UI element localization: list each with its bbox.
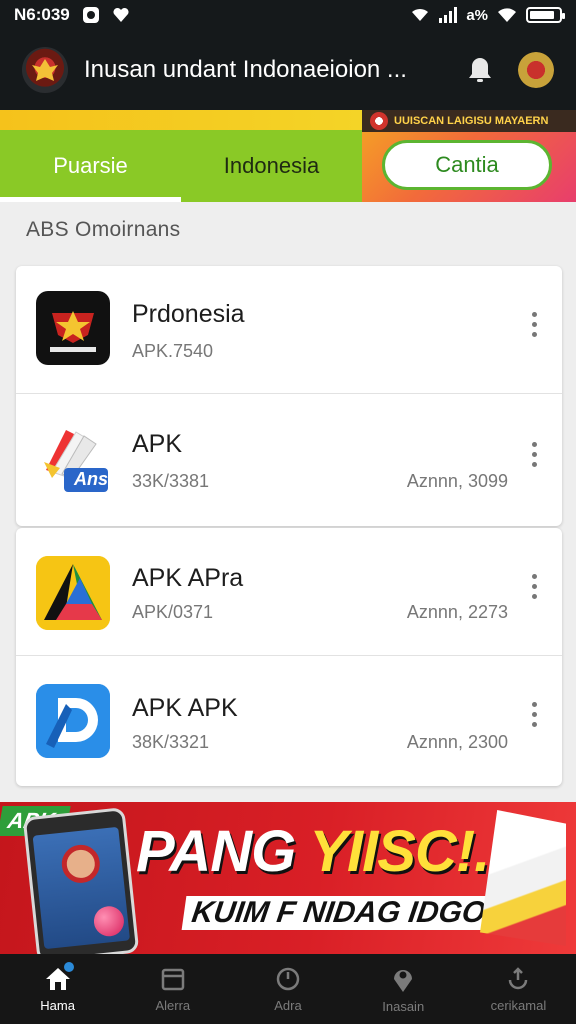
- cantia-button[interactable]: Cantia: [382, 140, 552, 190]
- calendar-icon: [161, 968, 185, 990]
- garuda-icon: [32, 59, 58, 81]
- app-list-item[interactable]: APK APra APK/0371 Aznnn, 2273: [16, 528, 562, 656]
- more-options-button[interactable]: [524, 304, 544, 344]
- section-title: ABS Omoirnans: [26, 218, 181, 241]
- phone-screen: [32, 826, 131, 950]
- more-options-button[interactable]: [524, 434, 544, 474]
- app-size: APK/0371: [132, 602, 214, 622]
- banner-title-b: YIISC!.: [309, 819, 490, 884]
- nav-label: Adra: [274, 997, 302, 1013]
- nav-label: cerikamal: [490, 997, 547, 1013]
- tab-label: Indonesia: [223, 153, 320, 178]
- nav-item-inasain[interactable]: Inasain: [346, 954, 461, 1024]
- more-options-button[interactable]: [524, 566, 544, 606]
- app-name: Prdonesia: [132, 300, 245, 328]
- app-icon-text: Ans: [74, 469, 109, 489]
- app-size: 38K/3321: [132, 732, 210, 752]
- nav-item-alerra[interactable]: Alerra: [115, 954, 230, 1024]
- bell-icon[interactable]: [460, 50, 500, 90]
- app-icon-apk-apra: [36, 556, 110, 630]
- phone-illustration: [22, 807, 140, 954]
- tab-bar: Puarsie Indonesia: [0, 130, 362, 202]
- app-date: Aznnn, 2300: [406, 732, 508, 752]
- more-options-button[interactable]: [524, 694, 544, 734]
- tab-indonesia[interactable]: Indonesia: [181, 130, 362, 202]
- app-name: APK: [132, 430, 183, 458]
- promo-strip-text: UUISCAN LAIGISU MAYAERN: [394, 115, 549, 127]
- battery-level: [530, 11, 554, 19]
- signal-icon: [439, 7, 458, 23]
- bottom-nav: Hama Alerra Adra Inasain cerikamal: [0, 954, 576, 1024]
- app-date: Aznnn, 3099: [406, 471, 508, 491]
- wifi-icon: [498, 8, 516, 22]
- notification-badge: [62, 960, 76, 974]
- person-illustration: [59, 843, 102, 885]
- notification-icon: [82, 7, 99, 23]
- banner-title: PANG YIISC!.: [136, 818, 490, 885]
- app-size: 33K/3381: [132, 471, 210, 491]
- ball-illustration: [92, 904, 126, 938]
- app-icon-prdonesia: [36, 291, 110, 365]
- status-bar: N6:039 a%: [0, 0, 576, 30]
- clock-icon: [276, 967, 300, 990]
- wifi-icon: [412, 8, 429, 21]
- divider: [16, 393, 562, 394]
- app-list-item[interactable]: APK APK 38K/3321 Aznnn, 2300: [16, 658, 562, 786]
- app-icon-apk: Ans: [36, 422, 110, 496]
- promo-strip: UUISCAN LAIGISU MAYAERN: [362, 110, 576, 132]
- banner-title-a: PANG: [136, 819, 310, 884]
- app-name: APK APK: [132, 694, 238, 722]
- tab-active-indicator: [0, 197, 181, 202]
- app-list-card: APK APra APK/0371 Aznnn, 2273 APK APK 38…: [16, 528, 562, 786]
- emblem-logo[interactable]: [22, 47, 68, 93]
- app-date: Aznnn, 2273: [406, 602, 508, 622]
- battery-icon: [526, 7, 565, 23]
- nav-label: Hama: [40, 997, 75, 1013]
- tab-puarsie[interactable]: Puarsie: [0, 130, 181, 202]
- app-name: APK APra: [132, 564, 244, 592]
- tab-label: Puarsie: [53, 153, 128, 178]
- heart-icon: [113, 7, 129, 22]
- nav-item-adra[interactable]: Adra: [230, 954, 345, 1024]
- app-title: Inusan undant Indonaeioion ...: [84, 56, 407, 83]
- location-icon: [394, 969, 413, 992]
- nav-label: Inasain: [382, 998, 425, 1014]
- tab-band: Puarsie Indonesia UUISCAN LAIGISU MAYAER…: [0, 110, 576, 202]
- nav-label: Alerra: [155, 997, 191, 1013]
- app-size: APK.7540: [132, 341, 214, 361]
- app-icon-apk-apk: [36, 684, 110, 758]
- fan-decoration: [480, 810, 566, 946]
- promo-banner[interactable]: APK PANG YIISC!. KUIM F NIDAG IDGO.20: [0, 802, 576, 954]
- garuda-emblem-icon[interactable]: [518, 52, 554, 88]
- emblem-icon: [370, 112, 388, 130]
- battery-text: a%: [466, 6, 488, 24]
- app-bar: Inusan undant Indonaeioion ...: [0, 30, 576, 110]
- app-list-item[interactable]: Prdonesia APK.7540: [16, 266, 562, 394]
- divider: [16, 655, 562, 656]
- status-time: N6:039: [14, 5, 70, 24]
- promo-area: UUISCAN LAIGISU MAYAERN Cantia: [362, 110, 576, 202]
- share-icon: [509, 966, 528, 989]
- nav-item-hama[interactable]: Hama: [0, 954, 115, 1024]
- app-list-card: Prdonesia APK.7540 Ans APK 33K/3381 Aznn…: [16, 266, 562, 526]
- app-list-item[interactable]: Ans APK 33K/3381 Aznnn, 3099: [16, 396, 562, 524]
- yellow-strip: [0, 110, 362, 130]
- nav-item-cerikamal[interactable]: cerikamal: [461, 954, 576, 1024]
